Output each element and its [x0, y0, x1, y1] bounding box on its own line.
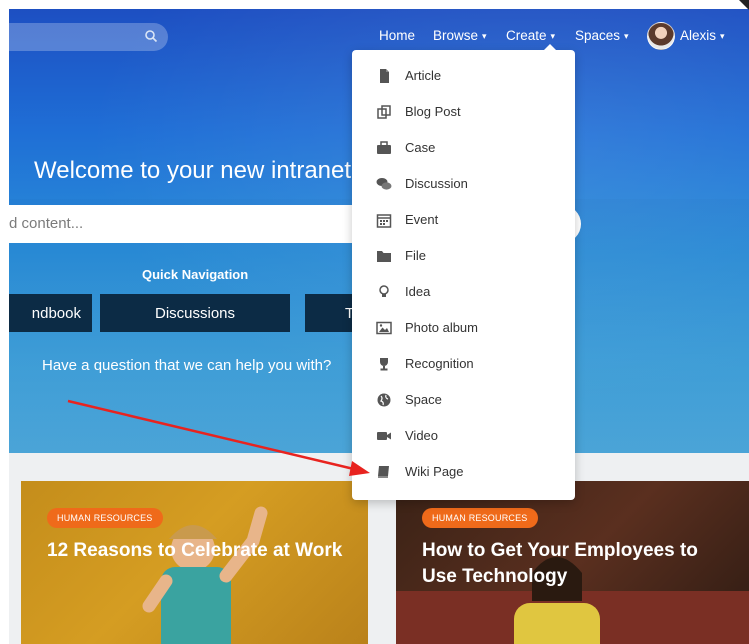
menu-item-recognition[interactable]: Recognition — [352, 346, 575, 382]
menu-item-wiki-page[interactable]: Wiki Page — [352, 454, 575, 490]
calendar-icon — [376, 214, 392, 228]
search-icon — [145, 30, 158, 43]
menu-item-event[interactable]: Event — [352, 202, 575, 238]
quick-nav-handbook-button[interactable]: ndbook — [9, 294, 92, 332]
briefcase-icon — [377, 141, 391, 154]
blog-post-icon — [377, 105, 391, 119]
photo-icon — [376, 321, 392, 335]
trophy-icon — [380, 358, 388, 371]
nav-home[interactable]: Home — [379, 28, 415, 43]
menu-item-article[interactable]: Article — [352, 58, 575, 94]
create-dropdown-menu: Article Blog Post Case Discussion Event … — [352, 44, 575, 500]
avatar[interactable] — [647, 22, 675, 50]
search-placeholder: d content... — [9, 215, 84, 232]
menu-item-blog-post[interactable]: Blog Post — [352, 94, 575, 130]
article-card[interactable]: HUMAN RESOURCES How to Get Your Employee… — [396, 481, 749, 644]
lightbulb-icon — [379, 285, 389, 297]
menu-item-space[interactable]: Space — [352, 382, 575, 418]
nav-user-menu[interactable]: Alexis ▾ — [680, 28, 725, 43]
book-icon — [378, 466, 389, 478]
nav-browse[interactable]: Browse ▾ — [433, 28, 487, 43]
globe-icon — [377, 393, 391, 407]
menu-item-case[interactable]: Case — [352, 130, 575, 166]
article-title[interactable]: How to Get Your Employees to Use Technol… — [422, 538, 722, 590]
menu-item-idea[interactable]: Idea — [352, 274, 575, 310]
chevron-down-icon: ▾ — [482, 31, 487, 41]
menu-item-discussion[interactable]: Discussion — [352, 166, 575, 202]
corner-indicator-icon — [739, 0, 749, 10]
help-question-text: Have a question that we can help you wit… — [42, 357, 332, 374]
nav-create[interactable]: Create ▾ — [506, 28, 555, 43]
global-search-input[interactable] — [9, 23, 168, 51]
menu-item-photo-album[interactable]: Photo album — [352, 310, 575, 346]
folder-icon — [377, 251, 391, 262]
article-card[interactable]: HUMAN RESOURCES 12 Reasons to Celebrate … — [21, 481, 368, 644]
document-icon — [380, 69, 389, 83]
menu-item-file[interactable]: File — [352, 238, 575, 274]
quick-nav-discussions-button[interactable]: Discussions — [100, 294, 290, 332]
nav-spaces[interactable]: Spaces ▾ — [575, 28, 629, 43]
chevron-down-icon: ▾ — [550, 31, 556, 41]
chat-bubbles-icon — [376, 178, 392, 190]
chevron-down-icon: ▾ — [624, 31, 629, 41]
menu-item-video[interactable]: Video — [352, 418, 575, 454]
category-badge[interactable]: HUMAN RESOURCES — [422, 508, 538, 528]
welcome-heading: Welcome to your new intranet — [34, 157, 352, 184]
video-camera-icon — [377, 432, 391, 440]
quick-navigation-title: Quick Navigation — [142, 267, 249, 282]
chevron-down-icon: ▾ — [720, 31, 725, 41]
article-title[interactable]: 12 Reasons to Celebrate at Work — [47, 538, 347, 564]
category-badge[interactable]: HUMAN RESOURCES — [47, 508, 163, 528]
